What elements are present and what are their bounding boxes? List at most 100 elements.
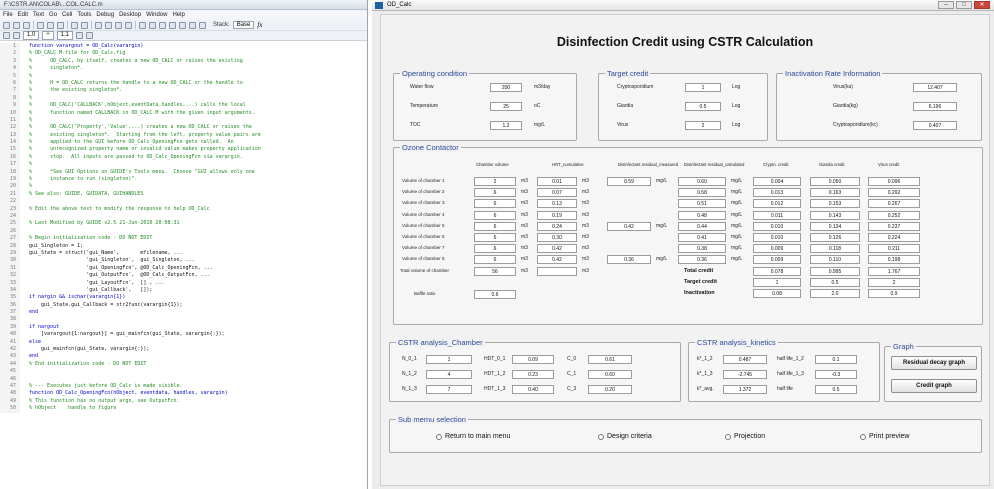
code-line[interactable]: 2 % OD_CALC M-file for OD_Calc.fig xyxy=(0,50,367,58)
param-field[interactable]: 0.5 xyxy=(815,385,857,394)
code-line[interactable]: 17% xyxy=(0,161,367,169)
function-icon[interactable]: fx xyxy=(257,21,262,29)
virus-credit-field[interactable]: 0.198 xyxy=(868,255,920,265)
giardia-credit-field[interactable]: 0.050 xyxy=(810,177,860,186)
step-icon[interactable] xyxy=(159,21,166,29)
maximize-button[interactable]: □ xyxy=(956,1,972,9)
code-line[interactable]: 32 'gui_OutputFcn', @OD_Calc_OutputFcn, … xyxy=(0,272,367,280)
residual-decay-graph-button[interactable]: Residual decay graph xyxy=(891,356,977,370)
cell-divide-button[interactable]: ÷ xyxy=(42,31,54,40)
crypto-credit-field[interactable]: 0.010 xyxy=(753,233,801,242)
residual-measured-field[interactable]: 0.59 xyxy=(607,177,651,186)
virus-credit-field[interactable]: 0.237 xyxy=(868,221,920,231)
code-line[interactable]: 13 % existing singleton*. Starting from t… xyxy=(0,131,367,140)
code-line[interactable]: 7 % the existing singleton*. xyxy=(0,87,367,95)
menu-item-file[interactable]: File xyxy=(3,12,13,18)
code-line[interactable]: 12 % OD_CALC('Property','Value',...) crea… xyxy=(0,124,367,132)
giardia-credit-field[interactable]: 0.163 xyxy=(810,188,860,198)
cell-mode-icon[interactable] xyxy=(3,32,10,39)
menu-item-desktop[interactable]: Desktop xyxy=(119,12,141,18)
code-line[interactable]: 4 % singleton*. xyxy=(0,65,367,73)
residual-measured-field[interactable]: 0.42 xyxy=(607,221,651,231)
code-line[interactable]: 50 % hObject handle to figure xyxy=(0,405,367,413)
code-line[interactable]: 23 % Edit the above text to modify the re… xyxy=(0,205,367,213)
giardia-credit-field[interactable]: 0.126 xyxy=(810,233,860,242)
radio-circle[interactable] xyxy=(860,433,866,440)
code-line[interactable]: 6 % H = OD_CALC returns the handle to a n… xyxy=(0,79,367,88)
code-line[interactable]: 47 % --- Executes just before OD_Calc is … xyxy=(0,382,367,391)
code-line[interactable]: 8% xyxy=(0,94,367,103)
residual-calculated-field[interactable]: 0.36 xyxy=(678,255,726,265)
code-line[interactable]: 14 % applied to the GUI before OD_Calc_Op… xyxy=(0,139,367,147)
copy-icon[interactable] xyxy=(47,21,54,29)
chamber-volume-field[interactable]: 6 xyxy=(474,210,516,220)
radio-projection[interactable]: Projection xyxy=(725,433,765,440)
hrt-field[interactable]: 0.07 xyxy=(537,188,577,198)
value-field[interactable]: 2 xyxy=(685,121,721,130)
param-field[interactable]: 0.60 xyxy=(588,370,632,379)
menu-item-text[interactable]: Text xyxy=(33,12,44,18)
find-icon[interactable] xyxy=(95,21,102,29)
clear-breakpoints-icon[interactable] xyxy=(149,21,156,29)
hrt-field[interactable]: 0.19 xyxy=(537,210,577,220)
param-field[interactable]: 1.372 xyxy=(723,385,767,394)
baffle-ratio-field[interactable]: 0.6 xyxy=(474,290,516,299)
chamber-volume-field[interactable]: 6 xyxy=(474,244,516,254)
virus-credit-field[interactable]: 0.096 xyxy=(868,177,920,186)
virus-credit-field[interactable]: 0.211 xyxy=(868,244,920,254)
chamber-volume-field[interactable]: 6 xyxy=(474,255,516,265)
code-line[interactable]: 35 if nargin && ischar(varargin{1}) xyxy=(0,294,367,302)
giardia-credit-field[interactable]: 0.134 xyxy=(810,221,860,231)
step-in-icon[interactable] xyxy=(169,21,176,29)
code-line[interactable]: 22 xyxy=(0,198,367,206)
code-line[interactable]: 39 if nargout xyxy=(0,323,367,332)
code-line[interactable]: 10 % function named CALLBACK in OD_CALC.M… xyxy=(0,109,367,117)
menu-item-debug[interactable]: Debug xyxy=(96,12,114,18)
crypto-credit-field[interactable]: 0.009 xyxy=(753,244,801,254)
undo-icon[interactable] xyxy=(71,21,78,29)
code-line[interactable]: 20% xyxy=(0,183,367,191)
giardia-credit-field[interactable]: 0.153 xyxy=(810,199,860,209)
chamber-volume-field[interactable]: 6 xyxy=(474,221,516,231)
code-line[interactable]: 46 xyxy=(0,375,367,383)
code-line[interactable]: 30 'gui_Singleton', gui_Singleton, ... xyxy=(0,257,367,265)
total-hrt-field[interactable] xyxy=(537,266,577,276)
breakpoint-icon[interactable] xyxy=(139,21,146,29)
crypto-credit-field[interactable]: 0.010 xyxy=(753,221,801,231)
menu-item-cell[interactable]: Cell xyxy=(62,12,72,18)
code-line[interactable]: 33 'gui_LayoutFcn', [] , ... xyxy=(0,279,367,287)
param-field[interactable]: -0.3 xyxy=(815,370,857,379)
code-line[interactable]: 38 xyxy=(0,316,367,324)
chamber-volume-field[interactable]: 2 xyxy=(474,177,516,186)
value-field[interactable]: 1.2 xyxy=(490,121,522,130)
value-field[interactable]: 6.196 xyxy=(913,102,957,111)
crypto-credit-field[interactable]: 0.013 xyxy=(753,188,801,198)
code-line[interactable]: 24 xyxy=(0,212,367,221)
redo-icon[interactable] xyxy=(81,21,88,29)
code-line[interactable]: 25 % Last Modified by GUIDE v2.5 21-Jun-2… xyxy=(0,220,367,228)
cell-increment-value[interactable]: 1.1 xyxy=(56,31,73,40)
residual-calculated-field[interactable]: 0.44 xyxy=(678,221,726,231)
crypto-summary-field[interactable]: 0.078 xyxy=(753,266,801,276)
virus-credit-field[interactable]: 0.252 xyxy=(868,210,920,220)
menu-item-window[interactable]: Window xyxy=(146,12,167,18)
value-field[interactable]: 1 xyxy=(685,83,721,92)
cut-icon[interactable] xyxy=(37,21,44,29)
code-line[interactable]: 11% xyxy=(0,116,367,125)
code-line[interactable]: 45 xyxy=(0,368,367,376)
virus-credit-field[interactable]: 0.224 xyxy=(868,233,920,242)
forward-icon[interactable] xyxy=(115,21,122,29)
code-line[interactable]: 29 gui_State = struct('gui_Name', mfilena… xyxy=(0,249,367,258)
back-icon[interactable] xyxy=(105,21,112,29)
radio-circle[interactable] xyxy=(598,433,604,440)
hrt-field[interactable]: 0.42 xyxy=(537,255,577,265)
param-field[interactable]: 0.61 xyxy=(588,355,632,364)
code-line[interactable]: 40 [varargout{1:nargout}] = gui_mainfcn(… xyxy=(0,331,367,339)
code-line[interactable]: 36 gui_State.gui_Callback = str2func(var… xyxy=(0,301,367,310)
menu-item-edit[interactable]: Edit xyxy=(18,12,28,18)
chamber-volume-field[interactable]: 6 xyxy=(474,188,516,198)
param-field[interactable]: 0.23 xyxy=(512,370,554,379)
value-field[interactable]: 0.5 xyxy=(685,102,721,111)
menu-item-tools[interactable]: Tools xyxy=(77,12,91,18)
crypto-credit-field[interactable]: 0.009 xyxy=(753,255,801,265)
